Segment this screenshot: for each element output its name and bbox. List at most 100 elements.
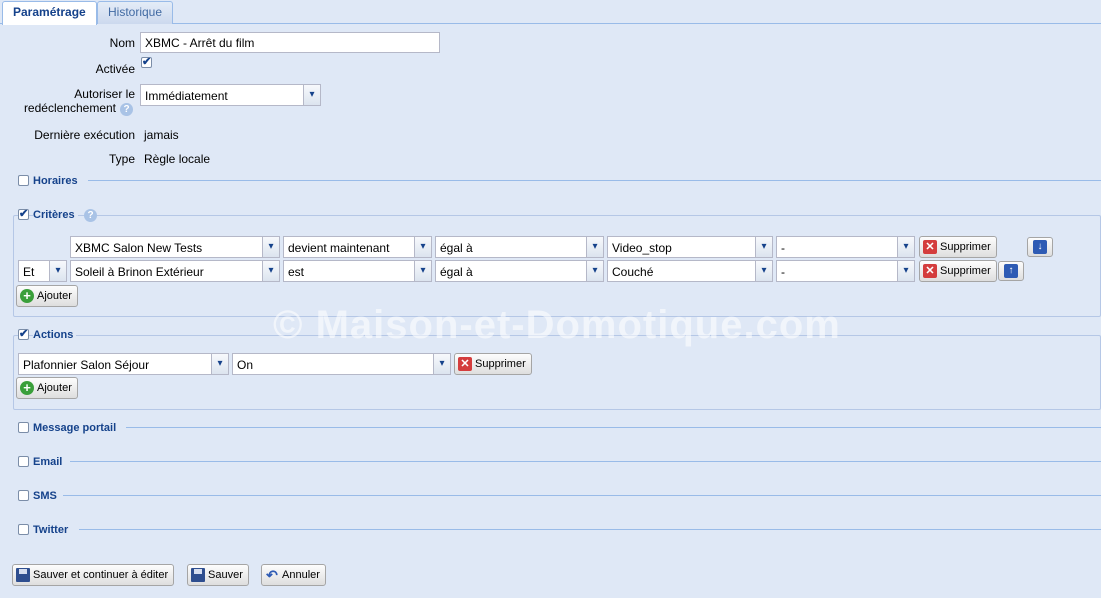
action-1-delete-label: Supprimer (475, 358, 526, 370)
critere-2-delete-label: Supprimer (940, 265, 991, 277)
chevron-down-icon[interactable]: ▾ (49, 261, 66, 281)
critere-1-operator: égal à (440, 241, 473, 255)
twitter-legend[interactable]: Twitter (33, 524, 68, 536)
arrow-up-icon: ↑ (1004, 264, 1018, 278)
criteres-help-icon[interactable]: ? (84, 209, 97, 222)
redecl-label-line2: redéclenchement (23, 101, 116, 115)
actions-add-button[interactable]: + Ajouter (16, 377, 78, 399)
horaires-legend[interactable]: Horaires (33, 175, 78, 187)
chevron-down-icon[interactable]: ▾ (897, 237, 914, 257)
critere-1-delete-button[interactable]: ✕ Supprimer (919, 236, 997, 258)
activee-label: Activée (95, 62, 135, 76)
nom-input[interactable]: XBMC - Arrêt du film (140, 32, 440, 53)
chevron-down-icon[interactable]: ▾ (414, 237, 431, 257)
actions-checkbox[interactable]: ✔ (18, 329, 29, 340)
horaires-checkbox[interactable]: ✔ (18, 175, 29, 186)
move-up-button[interactable]: ↑ (998, 261, 1024, 281)
action-1-device: Plafonnier Salon Séjour (23, 358, 150, 372)
delete-icon: ✕ (458, 357, 472, 371)
delete-icon: ✕ (923, 240, 937, 254)
nom-label: Nom (109, 36, 135, 50)
critere-1-value: Video_stop (612, 241, 672, 255)
criteres-legend[interactable]: Critères (33, 209, 78, 221)
criteres-add-button[interactable]: + Ajouter (16, 285, 78, 307)
actions-legend[interactable]: Actions (33, 329, 77, 341)
critere-1-extra-select[interactable]: - ▾ (776, 236, 915, 258)
watermark: © Maison-et-Domotique.com (273, 303, 841, 347)
sms-checkbox[interactable]: ✔ (18, 490, 29, 501)
horaires-divider (88, 180, 1101, 181)
form-panel: Nom XBMC - Arrêt du film Activée ✔ Autor… (3, 25, 1101, 598)
critere-2-value: Couché (612, 265, 654, 279)
critere-1-value-select[interactable]: Video_stop ▾ (607, 236, 773, 258)
critere-1-extra: - (781, 241, 785, 255)
critere-2-extra-select[interactable]: - ▾ (776, 260, 915, 282)
save-label: Sauver (208, 569, 243, 581)
chevron-down-icon[interactable]: ▾ (303, 85, 320, 105)
critere-2-condition: est (288, 265, 305, 279)
chevron-down-icon[interactable]: ▾ (586, 261, 603, 281)
derniere-label: Dernière exécution (34, 128, 135, 142)
action-1-delete-button[interactable]: ✕ Supprimer (454, 353, 532, 375)
help-icon[interactable]: ? (120, 103, 133, 116)
critere-1-condition-select[interactable]: devient maintenant ▾ (283, 236, 432, 258)
critere-1-condition: devient maintenant (288, 241, 390, 255)
twitter-checkbox[interactable]: ✔ (18, 524, 29, 535)
chevron-down-icon[interactable]: ▾ (262, 237, 279, 257)
redecl-select[interactable]: Immédiatement ▾ (140, 84, 321, 106)
delete-icon: ✕ (923, 264, 937, 278)
message-checkbox[interactable]: ✔ (18, 422, 29, 433)
tab-historique[interactable]: Historique (97, 1, 174, 24)
actions-add-label: Ajouter (37, 382, 72, 394)
chevron-down-icon[interactable]: ▾ (433, 354, 450, 374)
chevron-down-icon[interactable]: ▾ (262, 261, 279, 281)
save-continue-button[interactable]: Sauver et continuer à éditer (12, 564, 175, 586)
critere-1-operator-select[interactable]: égal à ▾ (435, 236, 604, 258)
message-legend[interactable]: Message portail (33, 422, 116, 434)
criteres-add-label: Ajouter (37, 290, 72, 302)
twitter-divider (79, 529, 1101, 530)
type-label: Type (108, 152, 135, 166)
redecl-select-value: Immédiatement (145, 89, 228, 103)
activee-checkbox[interactable]: ✔ (141, 57, 152, 68)
chevron-down-icon[interactable]: ▾ (755, 261, 772, 281)
derniere-value: jamais (144, 128, 179, 142)
cancel-label: Annuler (282, 569, 320, 581)
sms-divider (63, 495, 1101, 496)
cancel-button[interactable]: ↶ Annuler (261, 564, 326, 586)
tab-parametrage[interactable]: Paramétrage (2, 1, 97, 25)
add-icon: + (20, 289, 34, 303)
chevron-down-icon[interactable]: ▾ (414, 261, 431, 281)
email-divider (70, 461, 1101, 462)
critere-1-delete-label: Supprimer (940, 241, 991, 253)
save-button[interactable]: Sauver (187, 564, 249, 586)
critere-2-device-select[interactable]: Soleil à Brinon Extérieur ▾ (70, 260, 280, 282)
critere-2-device: Soleil à Brinon Extérieur (75, 265, 204, 279)
critere-2-operator-select[interactable]: égal à ▾ (435, 260, 604, 282)
critere-2-connector-select[interactable]: Et ▾ (18, 260, 67, 282)
save-continue-label: Sauver et continuer à éditer (33, 569, 169, 581)
critere-2-value-select[interactable]: Couché ▾ (607, 260, 773, 282)
tab-bar: Paramétrage Historique (0, 0, 1101, 25)
email-legend[interactable]: Email (33, 456, 62, 468)
critere-2-connector: Et (23, 265, 35, 279)
type-value: Règle locale (144, 152, 211, 166)
chevron-down-icon[interactable]: ▾ (586, 237, 603, 257)
chevron-down-icon[interactable]: ▾ (211, 354, 228, 374)
action-1-command-select[interactable]: On ▾ (232, 353, 451, 375)
chevron-down-icon[interactable]: ▾ (897, 261, 914, 281)
criteres-checkbox[interactable]: ✔ (18, 209, 29, 220)
critere-1-device-select[interactable]: XBMC Salon New Tests ▾ (70, 236, 280, 258)
add-icon: + (20, 381, 34, 395)
action-1-device-select[interactable]: Plafonnier Salon Séjour ▾ (18, 353, 229, 375)
critere-2-extra: - (781, 265, 785, 279)
critere-2-delete-button[interactable]: ✕ Supprimer (919, 260, 997, 282)
critere-2-condition-select[interactable]: est ▾ (283, 260, 432, 282)
email-checkbox[interactable]: ✔ (18, 456, 29, 467)
arrow-down-icon: ↓ (1033, 240, 1047, 254)
chevron-down-icon[interactable]: ▾ (755, 237, 772, 257)
save-icon (191, 568, 205, 582)
sms-legend[interactable]: SMS (33, 490, 57, 502)
move-down-button[interactable]: ↓ (1027, 237, 1053, 257)
save-icon (16, 568, 30, 582)
